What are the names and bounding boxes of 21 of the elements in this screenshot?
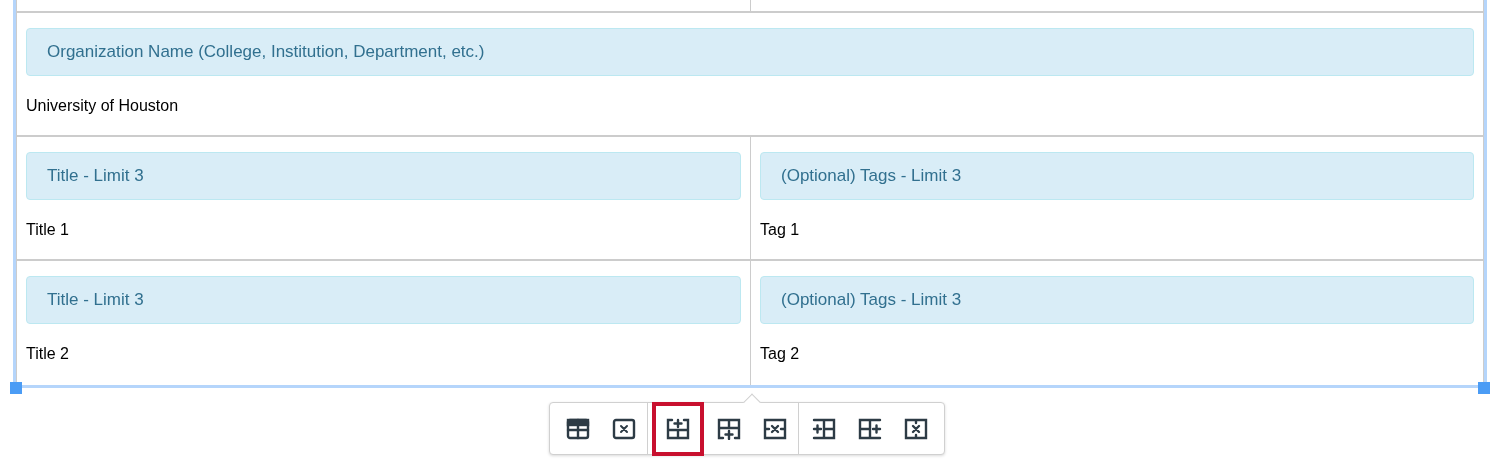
field-label: (Optional) Tags - Limit 3 [760, 152, 1474, 200]
field-label: Organization Name (College, Institution, Department, etc.) [26, 28, 1474, 76]
resize-handle[interactable] [10, 382, 22, 394]
table-plus-icon [858, 417, 882, 440]
x-box-icon [612, 417, 636, 440]
table-x-icon [763, 417, 787, 440]
field-value: Title 2 [26, 344, 70, 364]
table-plus-icon [717, 417, 741, 440]
field-value: Tag 2 [760, 344, 801, 364]
field-label: (Optional) Tags - Limit 3 [760, 276, 1474, 324]
table-icon [566, 417, 590, 440]
table-plus-icon [666, 417, 690, 440]
table-plus-icon [812, 417, 836, 440]
resize-handle[interactable] [1478, 382, 1490, 394]
field-value: University of Houston [26, 96, 180, 116]
field-value: Title 1 [26, 220, 70, 240]
field-value: Tag 1 [760, 220, 801, 240]
field-label: Title - Limit 3 [26, 152, 741, 200]
field-label: Title - Limit 3 [26, 276, 741, 324]
toolbar-button[interactable] [652, 401, 704, 456]
table-x-icon [904, 417, 928, 440]
